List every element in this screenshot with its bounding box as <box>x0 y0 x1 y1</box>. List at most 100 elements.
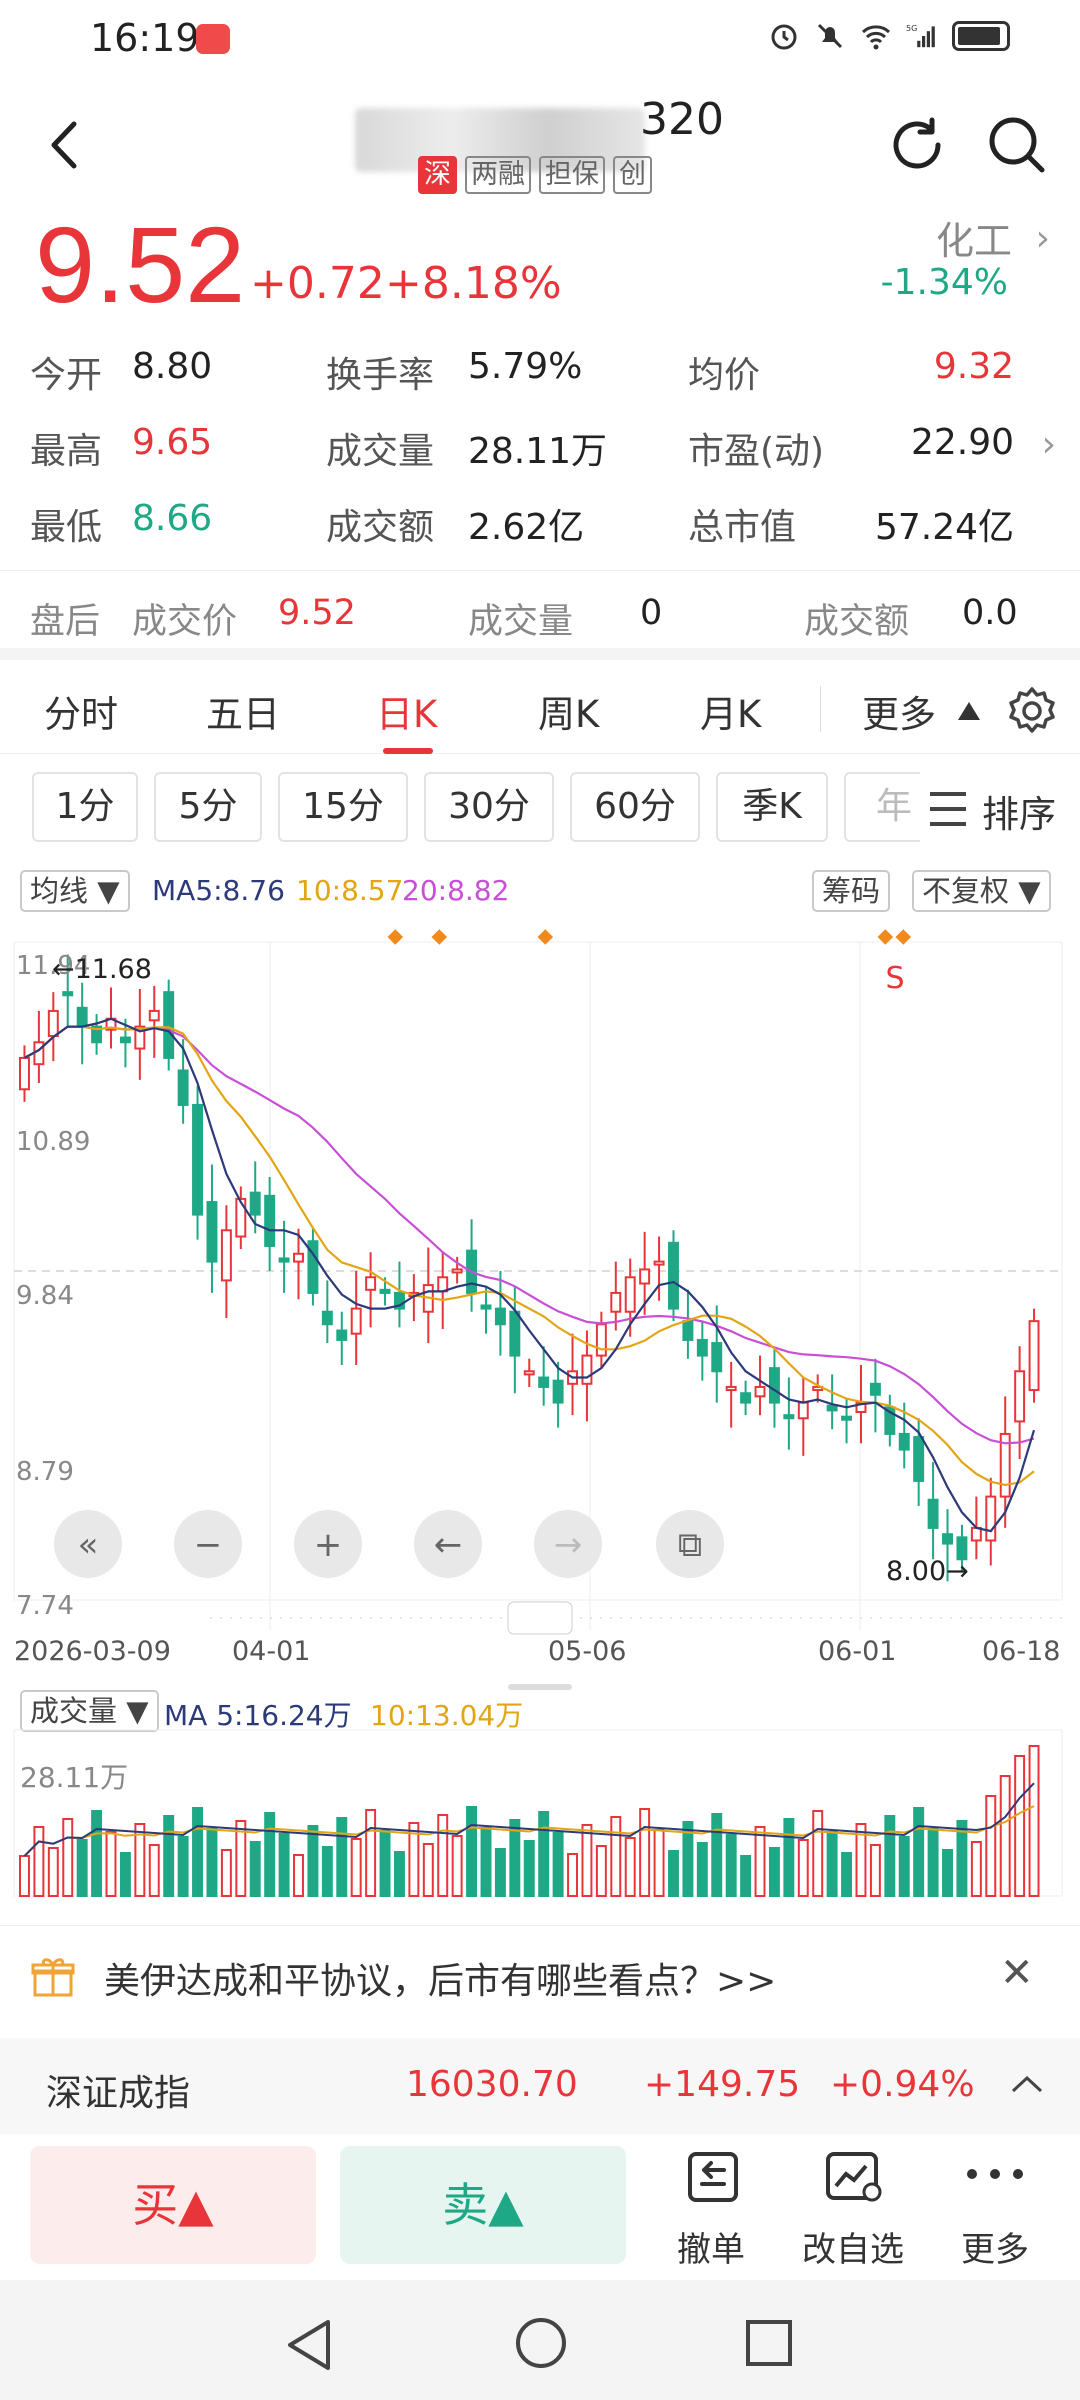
ma-legend-row: 均线 ▼ MA5:8.76 10:8.57 20:8.82 筹码 不复权 ▼ <box>0 866 1080 916</box>
tab-monthly-k[interactable]: 月K <box>700 684 761 738</box>
buy-button[interactable]: 买▲ <box>30 2146 316 2264</box>
interval-selector: 1分 5分 15分 30分 60分 季K 年 排序 <box>0 760 1080 860</box>
tab-weekly-k[interactable]: 周K <box>538 684 599 738</box>
candle-body <box>119 1036 131 1044</box>
volume-bar <box>581 1824 593 1897</box>
app-notification-icon <box>196 24 230 54</box>
volume-bar <box>466 1806 478 1897</box>
news-headline[interactable]: 美伊达成和平协议，后市有哪些看点？>> <box>104 1952 776 2004</box>
amount-value: 2.62亿 <box>468 507 585 548</box>
status-icons: 5G <box>768 20 1010 52</box>
chips-button[interactable]: 筹码 <box>812 870 891 912</box>
x-tick-label: 05-06 <box>548 1636 626 1667</box>
tab-intraday[interactable]: 分时 <box>44 684 118 738</box>
candlestick-chart[interactable]: S 11.9410.899.848.797.74←11.688.00→2026-… <box>0 920 1080 1690</box>
edit-watchlist-button[interactable]: 改自选 <box>798 2144 908 2270</box>
scroll-handle <box>507 1601 573 1635</box>
triangle-up-icon[interactable] <box>956 700 982 722</box>
stats-expand-chevron-icon[interactable]: › <box>1042 424 1056 465</box>
gear-icon[interactable] <box>1005 684 1059 738</box>
turnover-value: 5.79% <box>468 346 583 387</box>
tab-daily-k[interactable]: 日K <box>376 684 437 738</box>
candle-body <box>942 1533 953 1545</box>
volume-bar <box>192 1807 204 1897</box>
volume-bar <box>711 1813 723 1897</box>
interval-30min[interactable]: 30分 <box>424 772 554 842</box>
candle-body <box>235 1197 247 1238</box>
zoom-out-icon: − <box>194 1525 223 1565</box>
sell-button[interactable]: 卖▲ <box>340 2146 626 2264</box>
candle-body <box>1028 1320 1040 1392</box>
candle-body <box>350 1307 362 1335</box>
sector-link[interactable]: 化工 <box>936 210 1012 265</box>
volume-bar <box>451 1835 463 1897</box>
ma10-value: 10:8.57 <box>296 874 404 907</box>
volume-bar <box>595 1845 607 1897</box>
candle-body <box>336 1329 348 1341</box>
news-banner[interactable]: 美伊达成和平协议，后市有哪些看点？>> ✕ <box>0 1925 1080 2025</box>
nav-back-icon[interactable] <box>284 2318 334 2372</box>
volume-bar <box>1014 1755 1026 1897</box>
chevron-up-icon[interactable] <box>1010 2074 1044 2094</box>
candle-body <box>538 1376 550 1388</box>
mute-icon <box>817 23 843 49</box>
board-badge: 创 <box>613 156 652 194</box>
candle-body <box>47 1009 59 1037</box>
chevron-right-icon[interactable]: › <box>1036 218 1050 259</box>
volume-bar <box>653 1829 665 1897</box>
candle-body <box>869 1382 881 1396</box>
amount-label: 成交额 <box>326 507 435 548</box>
candle-body <box>76 1006 88 1028</box>
tab-five-day[interactable]: 五日 <box>206 684 280 738</box>
min-price-marker: 8.00→ <box>886 1556 969 1587</box>
nav-home-icon[interactable] <box>514 2316 568 2370</box>
sort-button[interactable]: 排序 <box>920 760 1080 860</box>
candle-body <box>451 1268 463 1274</box>
candle-body <box>523 1370 535 1376</box>
adjust-button[interactable]: 不复权 ▼ <box>912 870 1051 912</box>
back-button[interactable] <box>40 110 90 180</box>
signal-icon: 5G <box>906 24 935 48</box>
header: 320 深 两融 担保 创 <box>0 80 1080 210</box>
candle-body <box>826 1404 838 1412</box>
interval-5min[interactable]: 5分 <box>154 772 262 842</box>
candle-body <box>668 1241 679 1310</box>
more-button[interactable]: 更多 <box>940 2144 1050 2270</box>
stock-code: 320 <box>640 94 724 145</box>
volume-bar <box>552 1832 564 1897</box>
axis-labels: 11.9410.899.848.797.74←11.688.00→2026-03… <box>14 951 1062 1690</box>
candle-body <box>740 1392 752 1404</box>
volume-bar <box>768 1847 780 1897</box>
y-tick-label: 9.84 <box>16 1281 74 1311</box>
interval-1min[interactable]: 1分 <box>32 772 138 842</box>
volume-bar <box>264 1812 276 1897</box>
turnover-label: 换手率 <box>326 355 435 396</box>
candle-body <box>639 1268 651 1285</box>
index-bar[interactable]: 深证成指 16030.70 +149.75 +0.94% <box>0 2038 1080 2134</box>
collateral-badge: 担保 <box>539 156 605 194</box>
close-icon[interactable]: ✕ <box>1000 1950 1034 1996</box>
interval-quarter-k[interactable]: 季K <box>716 772 828 842</box>
refresh-icon[interactable] <box>882 110 952 180</box>
volume-bar <box>999 1775 1011 1897</box>
tab-more[interactable]: 更多 <box>862 684 936 738</box>
pe-label[interactable]: 市盈(动) <box>688 422 824 474</box>
candle-body <box>163 991 175 1059</box>
low-label: 最低 <box>30 507 103 548</box>
candle-body <box>494 1307 506 1326</box>
candle-body <box>365 1276 377 1291</box>
search-icon[interactable] <box>982 110 1052 180</box>
ma-selector[interactable]: 均线 ▼ <box>20 870 130 912</box>
cancel-order-button[interactable]: 撤单 <box>656 2144 766 2270</box>
high-label: 最高 <box>30 431 103 472</box>
stock-badges: 深 两融 担保 创 <box>418 156 652 194</box>
low-value: 8.66 <box>132 498 213 539</box>
index-change: +149.75 <box>644 2064 801 2105</box>
candle-body <box>321 1310 333 1326</box>
nav-recents-icon[interactable] <box>744 2318 794 2368</box>
candle-body <box>696 1338 708 1357</box>
candle-body <box>595 1323 607 1357</box>
interval-15min[interactable]: 15分 <box>278 772 408 842</box>
ma-lines <box>23 1017 1036 1533</box>
interval-60min[interactable]: 60分 <box>570 772 700 842</box>
